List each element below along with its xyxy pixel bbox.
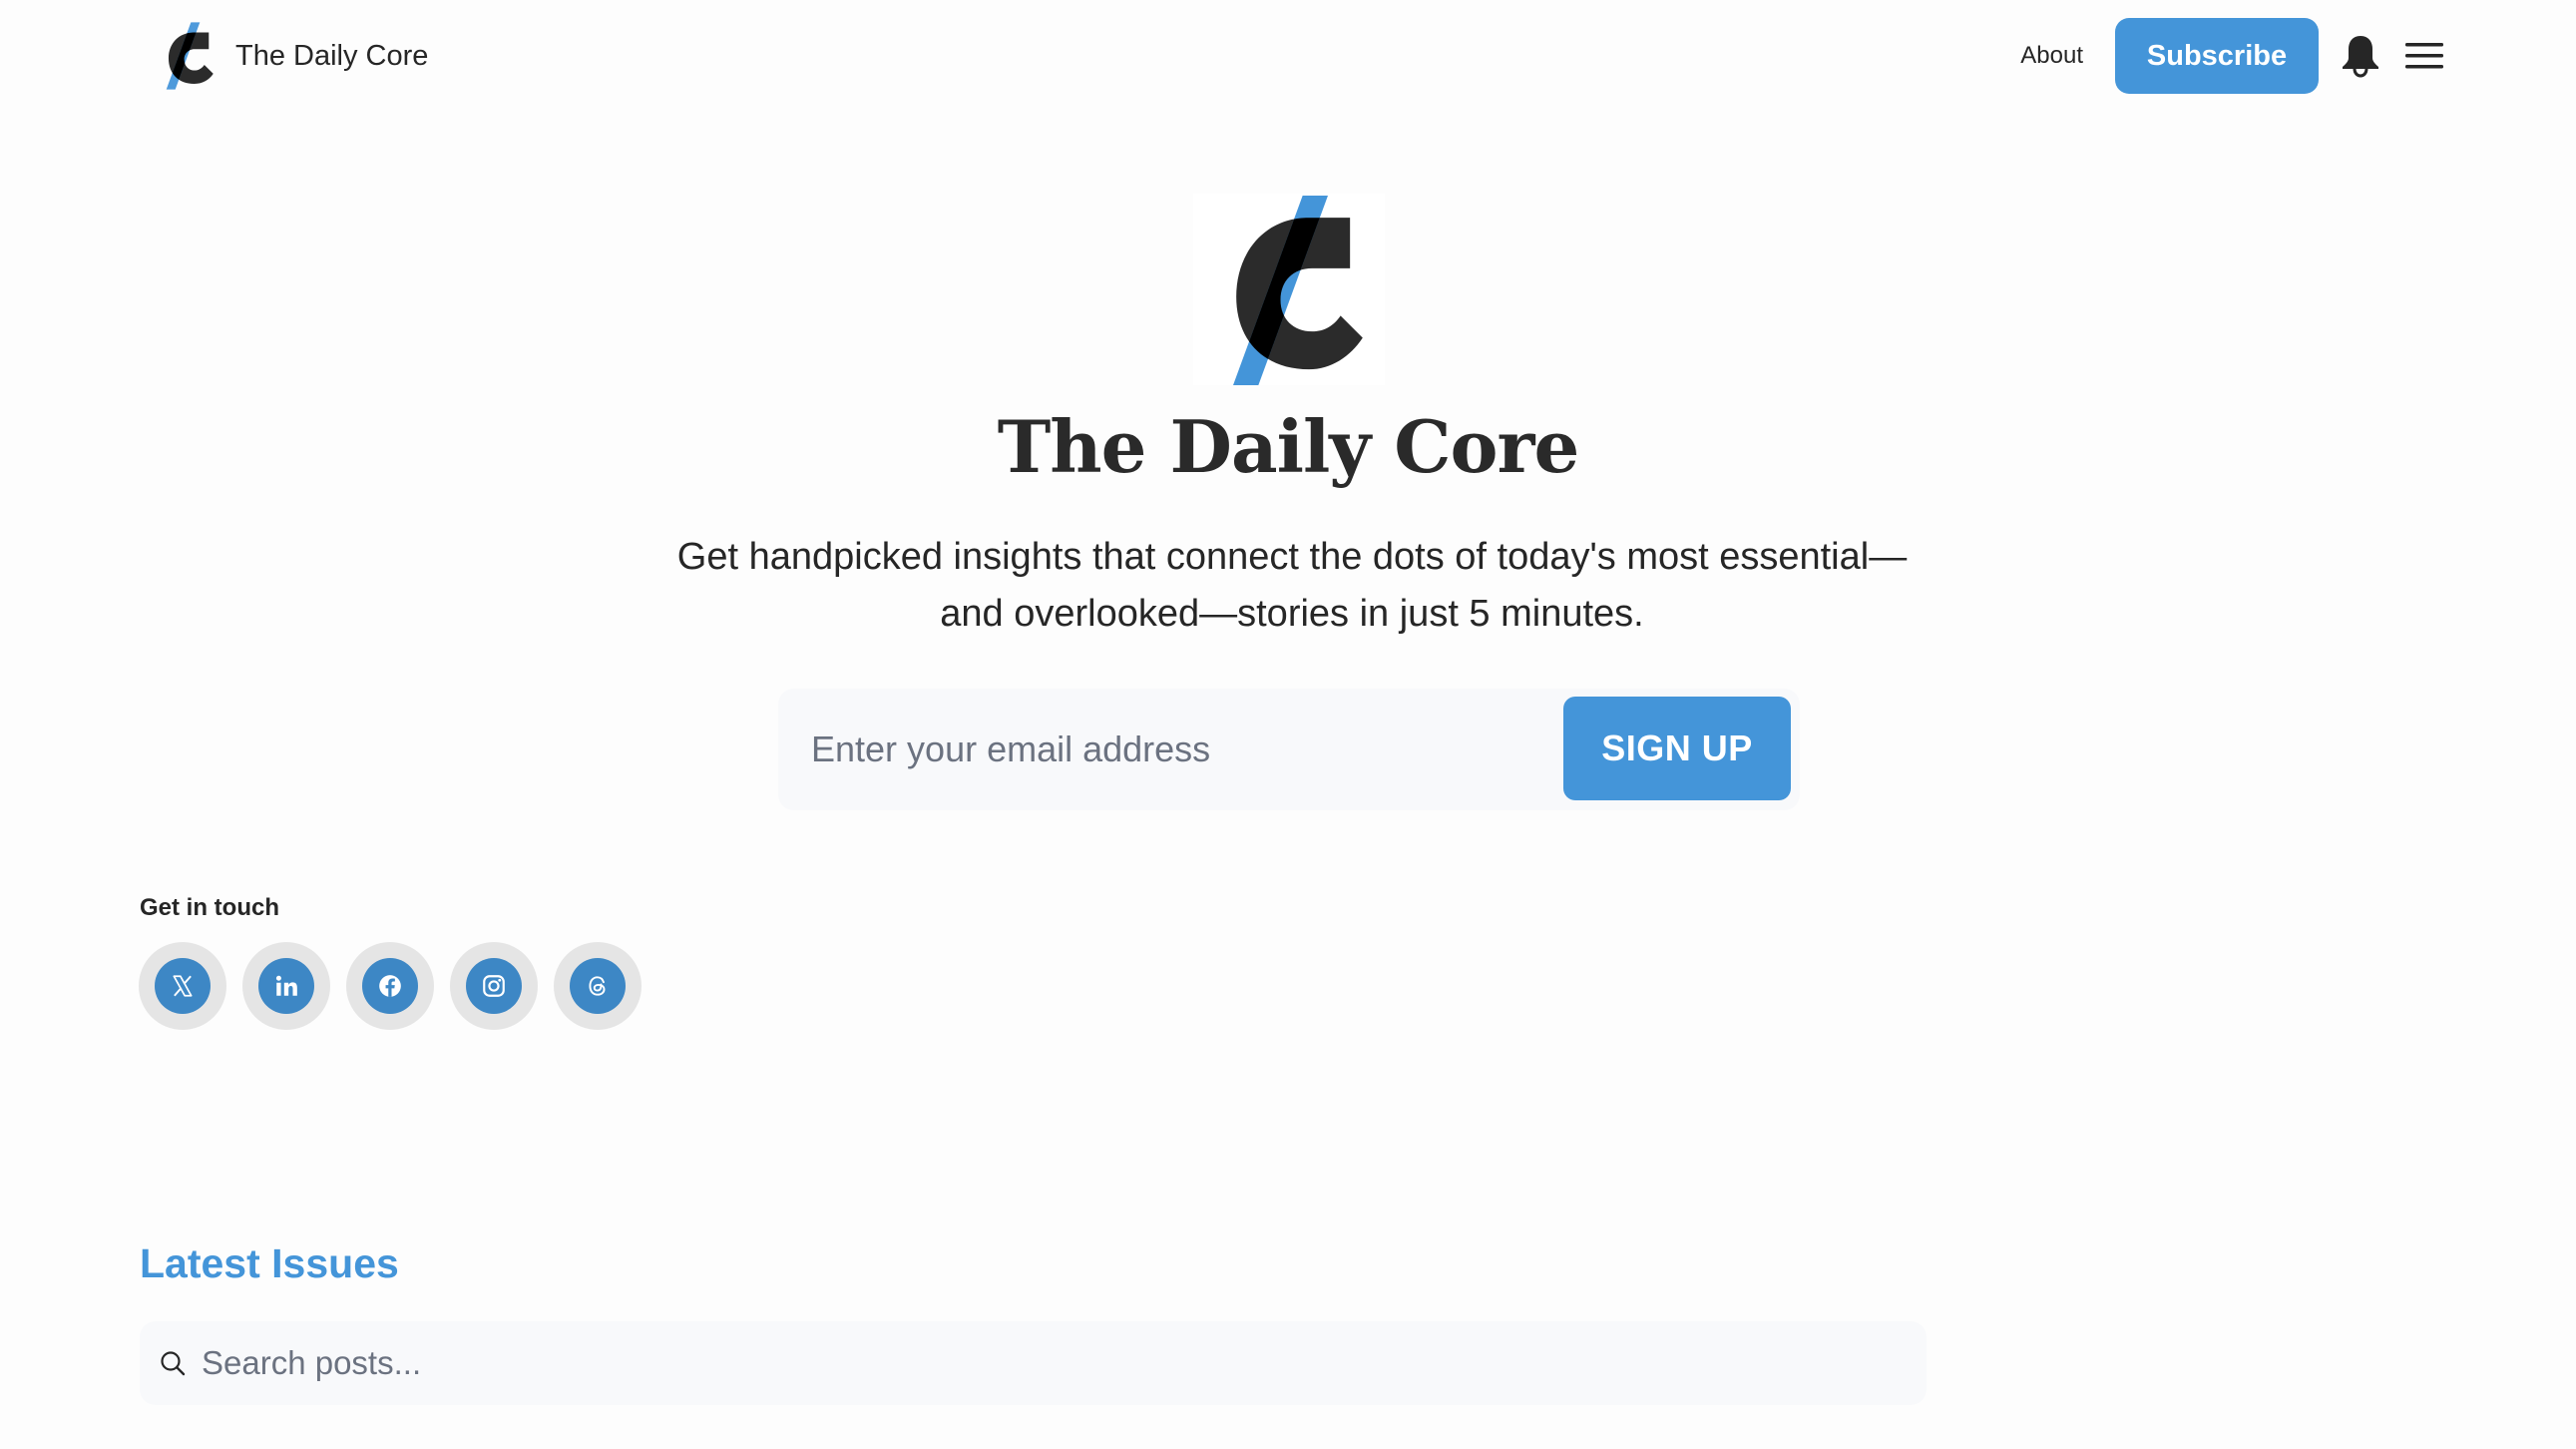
site-header: The Daily Core About Subscribe: [0, 0, 2576, 112]
social-badge-threads: [570, 958, 626, 1014]
brand-home-link[interactable]: The Daily Core: [160, 22, 428, 90]
threads-icon: [589, 976, 606, 996]
search-posts-input[interactable]: [202, 1321, 1898, 1405]
page: The Daily Core About Subscribe The Daily…: [0, 0, 2576, 1449]
social-link-linkedin[interactable]: [242, 942, 330, 1030]
notifications-button[interactable]: [2339, 32, 2382, 80]
facebook-icon: [379, 975, 401, 997]
get-in-touch-label: Get in touch: [140, 894, 279, 921]
social-badge-linkedin: [258, 958, 314, 1014]
sign-up-button[interactable]: SIGN UP: [1563, 697, 1791, 800]
social-links: [139, 942, 657, 1030]
search-icon: [161, 1351, 186, 1376]
hero-subtitle: Get handpicked insights that connect the…: [619, 529, 1965, 643]
hero-subtitle-line-2: and overlooked—stories in just 5 minutes…: [940, 593, 1644, 635]
hero-subtitle-line-1: Get handpicked insights that connect the…: [676, 536, 1908, 578]
social-badge-x: [155, 958, 211, 1014]
social-badge-instagram: [466, 958, 522, 1014]
social-link-facebook[interactable]: [346, 942, 434, 1030]
hamburger-menu-icon: [2405, 43, 2443, 69]
daily-core-logo-icon: [166, 22, 214, 90]
subscribe-button[interactable]: Subscribe: [2115, 18, 2319, 94]
latest-issues-heading: Latest Issues: [140, 1240, 399, 1286]
social-link-instagram[interactable]: [450, 942, 538, 1030]
social-badge-facebook: [362, 958, 418, 1014]
nav-about-link[interactable]: About: [2020, 42, 2083, 70]
menu-button[interactable]: [2402, 34, 2446, 78]
x-icon: [173, 975, 193, 997]
header-nav: About Subscribe: [2020, 18, 2446, 94]
instagram-icon: [483, 975, 505, 997]
email-input[interactable]: [778, 689, 1556, 810]
social-link-threads[interactable]: [554, 942, 642, 1030]
brand-name: The Daily Core: [235, 39, 429, 72]
newsletter-signup-form: SIGN UP: [778, 689, 1800, 810]
social-link-x[interactable]: [139, 942, 226, 1030]
linkedin-icon: [275, 975, 297, 996]
bell-icon: [2343, 36, 2378, 78]
hero-title: The Daily Core: [997, 404, 1580, 489]
daily-core-hero-logo-icon: [1233, 196, 1363, 385]
search-posts-box: [140, 1321, 1927, 1405]
